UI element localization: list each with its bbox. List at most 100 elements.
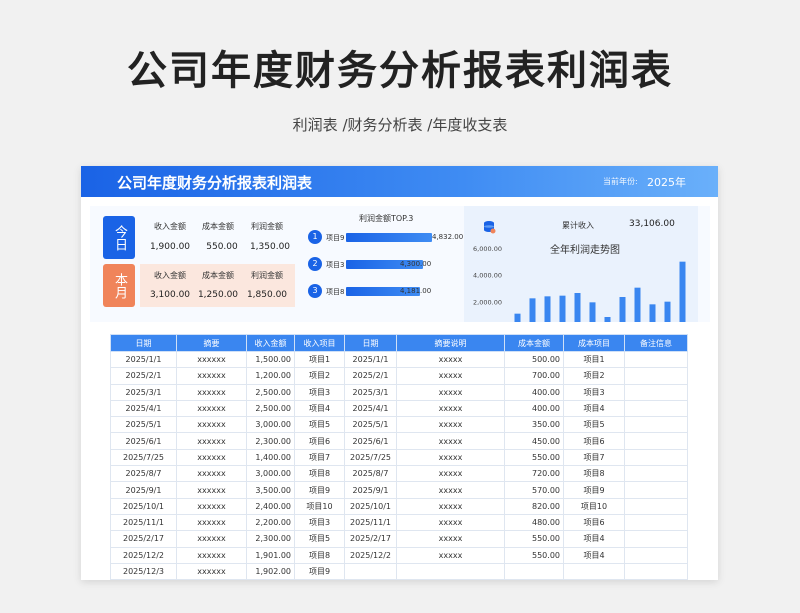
table-cell: 项目1 bbox=[294, 350, 345, 369]
table-cell: 1,400.00 bbox=[246, 448, 295, 467]
profit-bar bbox=[529, 298, 536, 322]
table-cell: xxxxx bbox=[396, 383, 505, 401]
table-row: 2025/3/1 xxxxxx 2,500.00 项目3 2025/3/1 xxxxx 40… bbox=[110, 383, 688, 401]
table-cell bbox=[624, 513, 688, 532]
table-cell: xxxxx bbox=[396, 448, 505, 467]
top3-bar bbox=[346, 233, 432, 242]
table-row: 2025/1/1 xxxxxx 1,500.00 项目1 2025/1/1 xxxxx 50… bbox=[110, 350, 688, 369]
table-cell: xxxxxx bbox=[176, 530, 247, 548]
top3-title: 利润金额TOP.3 bbox=[359, 214, 414, 223]
table-cell: xxxxxx bbox=[176, 432, 247, 450]
table-cell: 项目6 bbox=[294, 432, 345, 450]
table-cell: 700.00 bbox=[504, 367, 564, 385]
table-cell: 项目6 bbox=[563, 513, 625, 532]
profit-bar bbox=[544, 296, 551, 322]
column-header: 摘要说明 bbox=[396, 334, 505, 352]
table-cell bbox=[624, 399, 688, 418]
table-cell: 项目8 bbox=[294, 465, 345, 483]
table-cell bbox=[624, 432, 688, 450]
table-cell: 2025/5/1 bbox=[344, 416, 397, 434]
profit-bar bbox=[589, 302, 596, 322]
table-cell: 2,500.00 bbox=[246, 383, 295, 401]
today-label: 今日 bbox=[112, 224, 127, 251]
month-badge: 本月 bbox=[103, 264, 135, 307]
table-cell: 项目10 bbox=[294, 497, 345, 515]
table-cell: xxxxx bbox=[396, 367, 505, 385]
table-cell: 项目2 bbox=[294, 367, 345, 385]
table-cell: 项目4 bbox=[563, 399, 625, 418]
table-cell: xxxxxx bbox=[176, 481, 247, 499]
table-cell bbox=[504, 562, 564, 580]
table-cell: xxxxxx bbox=[176, 399, 247, 418]
table-cell bbox=[624, 367, 688, 385]
table-cell: 1,902.00 bbox=[246, 562, 295, 580]
table-cell: xxxxx bbox=[396, 399, 505, 418]
table-cell: 项目1 bbox=[563, 350, 625, 369]
sheet-title: 公司年度财务分析报表利润表 bbox=[117, 174, 313, 192]
table-cell: 550.00 bbox=[504, 546, 564, 564]
table-row: 2025/9/1 xxxxxx 3,500.00 项目9 2025/9/1 xxxxx 57… bbox=[110, 481, 688, 499]
month-income-value: 3,100.00 bbox=[149, 290, 191, 300]
table-cell: 2025/2/17 bbox=[344, 530, 397, 548]
table-cell: 2025/9/1 bbox=[344, 481, 397, 499]
profit-bar bbox=[574, 293, 581, 322]
table-cell bbox=[624, 448, 688, 467]
column-header: 成本金额 bbox=[504, 334, 564, 352]
table-cell: 项目5 bbox=[563, 416, 625, 434]
table-cell: 项目9 bbox=[294, 562, 345, 580]
table-cell bbox=[624, 562, 688, 580]
table-cell: 项目3 bbox=[563, 383, 625, 401]
profit-bar bbox=[634, 287, 641, 322]
table-row: 2025/2/1 xxxxxx 1,200.00 项目2 2025/2/1 xxxxx 70… bbox=[110, 367, 688, 385]
table-cell: xxxxx bbox=[396, 497, 505, 515]
table-cell: 项目4 bbox=[563, 530, 625, 548]
table-cell: 3,000.00 bbox=[246, 465, 295, 483]
table-cell bbox=[396, 562, 505, 580]
table-cell: 2025/6/1 bbox=[110, 432, 177, 450]
table-cell: 项目2 bbox=[563, 367, 625, 385]
profit-bar bbox=[619, 297, 626, 322]
table-cell: xxxxxx bbox=[176, 383, 247, 401]
table-row: 2025/11/1 xxxxxx 2,200.00 项目3 2025/11/1 xxxxx… bbox=[110, 513, 688, 532]
month-cost-label: 成本金额 bbox=[202, 271, 234, 280]
table-cell: 2025/6/1 bbox=[344, 432, 397, 450]
column-header: 收入项目 bbox=[294, 334, 345, 352]
table-cell: 400.00 bbox=[504, 399, 564, 418]
table-cell: 2025/4/1 bbox=[344, 399, 397, 418]
table-cell: 2025/3/1 bbox=[344, 383, 397, 401]
table-cell: 2025/12/2 bbox=[344, 546, 397, 564]
table-cell: 2025/2/17 bbox=[110, 530, 177, 548]
table-cell: 项目4 bbox=[294, 399, 345, 418]
table-cell: 项目6 bbox=[563, 432, 625, 450]
table-row: 2025/12/2 xxxxxx 1,901.00 项目8 2025/12/2 xxxxx… bbox=[110, 546, 688, 564]
table-cell: 2025/12/3 bbox=[110, 562, 177, 580]
table-cell: 2,300.00 bbox=[246, 530, 295, 548]
table-cell: xxxxx bbox=[396, 513, 505, 532]
table-cell: xxxxxx bbox=[176, 513, 247, 532]
profit-bar bbox=[604, 317, 611, 322]
column-header: 日期 bbox=[344, 334, 397, 352]
table-cell: 2025/5/1 bbox=[110, 416, 177, 434]
today-profit-value: 1,350.00 bbox=[249, 242, 291, 252]
table-row: 2025/10/1 xxxxxx 2,400.00 项目10 2025/10/1 xxxx… bbox=[110, 497, 688, 515]
table-cell: 2025/11/1 bbox=[110, 513, 177, 532]
table-cell bbox=[624, 383, 688, 401]
profit-bar bbox=[679, 261, 686, 322]
table-cell bbox=[624, 416, 688, 434]
table-cell: 2025/8/7 bbox=[110, 465, 177, 483]
table-cell: 2025/1/1 bbox=[110, 350, 177, 369]
month-label: 本月 bbox=[112, 272, 127, 299]
month-profit-label: 利润金额 bbox=[251, 271, 283, 280]
table-cell: 450.00 bbox=[504, 432, 564, 450]
table-row: 2025/6/1 xxxxxx 2,300.00 项目6 2025/6/1 xxxxx 45… bbox=[110, 432, 688, 450]
table-cell: 570.00 bbox=[504, 481, 564, 499]
table-cell: 1,200.00 bbox=[246, 367, 295, 385]
table-cell: 2025/7/25 bbox=[344, 448, 397, 467]
top3-item-value: 4,181.00 bbox=[400, 287, 432, 295]
top3-item-value: 4,300.00 bbox=[400, 260, 432, 268]
table-cell: 项目7 bbox=[563, 448, 625, 467]
table-cell: 2025/11/1 bbox=[344, 513, 397, 532]
table-cell: 820.00 bbox=[504, 497, 564, 515]
table-cell: 500.00 bbox=[504, 350, 564, 369]
spreadsheet-preview: 公司年度财务分析报表利润表 当前年份: 2025年 今日 收入金额 成本金额 利… bbox=[81, 166, 718, 580]
